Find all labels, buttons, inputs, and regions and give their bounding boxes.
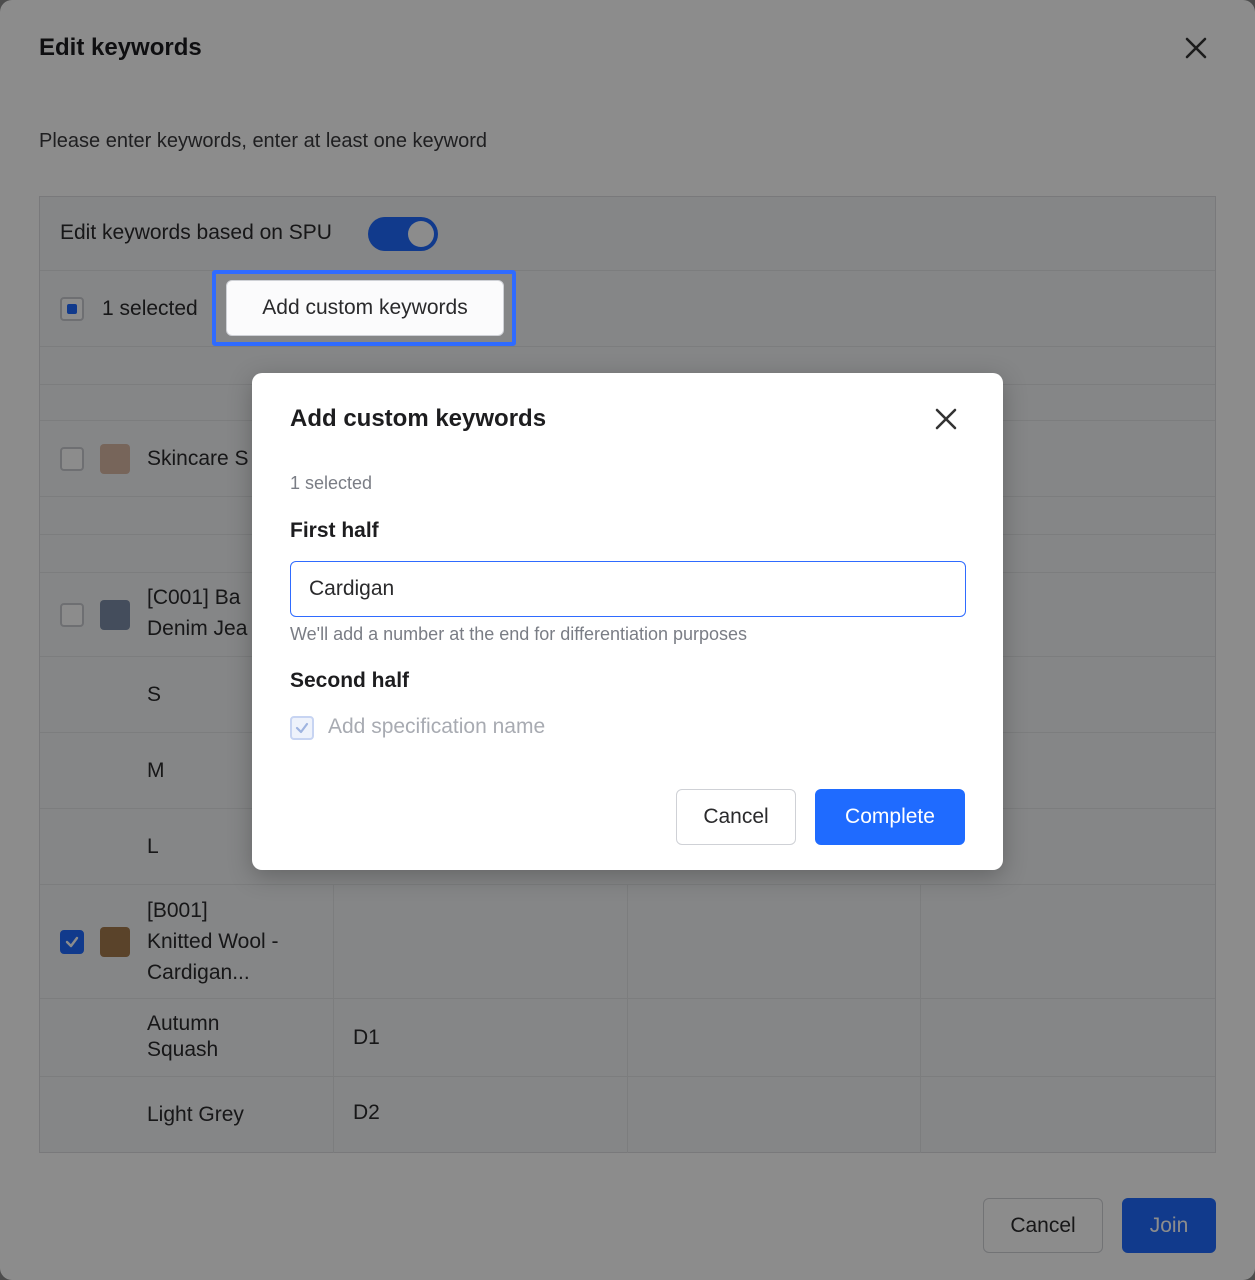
dialog-title: Add custom keywords [290,405,547,432]
first-half-hint: We'll add a number at the end for differ… [290,624,748,644]
first-half-label: First half [290,519,379,542]
add-custom-keywords-button[interactable]: Add custom keywords [226,280,504,336]
first-half-input[interactable] [290,561,966,617]
complete-button[interactable]: Complete [815,789,965,845]
dialog-selected-count: 1 selected [290,473,373,493]
add-spec-checkbox[interactable] [290,716,314,740]
dialog-cancel-button[interactable]: Cancel [676,789,796,845]
add-custom-keywords-dialog: Add custom keywords 1 selected First hal… [252,373,1003,870]
add-spec-label: Add specification name [328,715,546,738]
add-custom-keywords-highlight: Add custom keywords [212,270,516,346]
second-half-label: Second half [290,669,410,692]
close-icon[interactable] [928,401,964,437]
